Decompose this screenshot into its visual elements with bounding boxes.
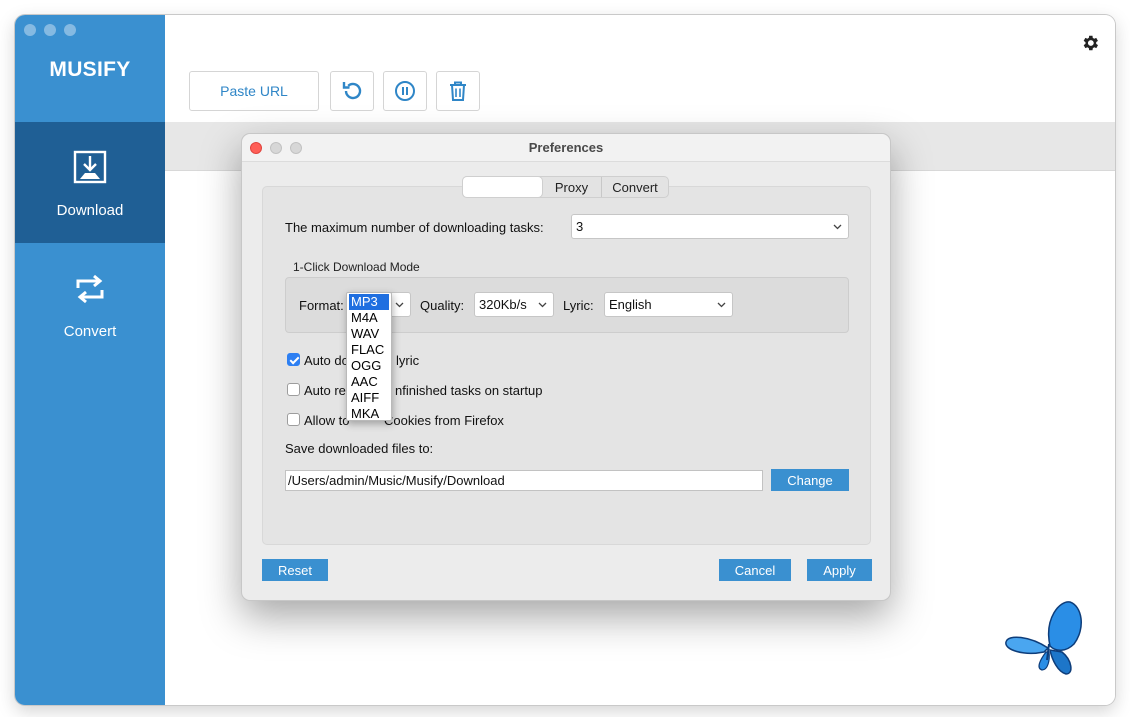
- preferences-tabs: Proxy Convert: [462, 176, 669, 198]
- dialog-titlebar: Preferences: [242, 134, 890, 162]
- format-option-ogg[interactable]: OGG: [347, 358, 391, 374]
- app-logo: MUSIFY: [49, 58, 131, 81]
- tab-general[interactable]: [463, 177, 542, 197]
- apply-button[interactable]: Apply: [807, 559, 872, 581]
- chevron-down-icon: [717, 302, 726, 308]
- format-option-aac[interactable]: AAC: [347, 374, 391, 390]
- reset-button[interactable]: Reset: [262, 559, 328, 581]
- quality-label: Quality:: [420, 298, 465, 313]
- format-option-flac[interactable]: FLAC: [347, 342, 391, 358]
- delete-button[interactable]: [436, 71, 480, 111]
- refresh-icon: [342, 82, 362, 100]
- format-option-mka[interactable]: MKA: [347, 406, 391, 422]
- dialog-title: Preferences: [528, 140, 604, 155]
- sidebar-item-label: Convert: [63, 323, 117, 340]
- cancel-button[interactable]: Cancel: [719, 559, 791, 581]
- max-tasks-label: The maximum number of downloading tasks:: [285, 220, 544, 235]
- tab-convert[interactable]: Convert: [602, 177, 668, 197]
- sidebar-item-convert[interactable]: Convert: [15, 243, 165, 364]
- lyric-value: English: [609, 297, 652, 312]
- chevron-down-icon: [538, 302, 547, 308]
- zoom-window-button[interactable]: [64, 24, 76, 36]
- lyric-select[interactable]: English: [604, 292, 733, 317]
- close-window-button[interactable]: [24, 24, 36, 36]
- format-label: Format:: [299, 298, 344, 313]
- sidebar-item-download[interactable]: Download: [15, 122, 165, 243]
- convert-icon: [76, 274, 104, 304]
- format-option-wav[interactable]: WAV: [347, 326, 391, 342]
- auto-download-lyric-label-end: lyric: [396, 353, 420, 368]
- firefox-cookies-label-end: Cookies from Firefox: [384, 413, 504, 428]
- format-dropdown-menu: MP3 M4A WAV FLAC OGG AAC AIFF MKA: [346, 292, 392, 421]
- preferences-dialog: Preferences Proxy Convert The maximum nu…: [241, 133, 891, 601]
- max-tasks-select[interactable]: 3: [571, 214, 849, 239]
- max-tasks-value: 3: [576, 219, 584, 234]
- lyric-label: Lyric:: [563, 298, 594, 313]
- save-path-label: Save downloaded files to:: [285, 441, 434, 456]
- download-icon: [73, 150, 107, 184]
- pause-icon: [395, 81, 415, 101]
- save-path-field[interactable]: /Users/admin/Music/Musify/Download: [285, 470, 763, 491]
- chevron-down-icon: [833, 224, 842, 230]
- change-button[interactable]: Change: [771, 469, 849, 491]
- format-option-m4a[interactable]: M4A: [347, 310, 391, 326]
- sidebar-item-label: Download: [56, 202, 124, 219]
- refresh-button[interactable]: [330, 71, 374, 111]
- auto-resume-label-start: Auto re: [304, 383, 346, 398]
- firefox-cookies-label-start: Allow to: [304, 413, 350, 428]
- minimize-window-button[interactable]: [44, 24, 56, 36]
- one-click-title: 1-Click Download Mode: [293, 260, 420, 274]
- pause-button[interactable]: [383, 71, 427, 111]
- format-option-aiff[interactable]: AIFF: [347, 390, 391, 406]
- auto-resume-label-end: nfinished tasks on startup: [395, 383, 543, 398]
- firefox-cookies-checkbox[interactable]: [287, 413, 300, 426]
- paste-url-button[interactable]: Paste URL: [189, 71, 319, 111]
- format-option-mp3[interactable]: MP3: [349, 294, 389, 310]
- gear-icon[interactable]: [1080, 33, 1100, 53]
- trash-icon: [450, 81, 466, 101]
- auto-resume-checkbox[interactable]: [287, 383, 300, 396]
- auto-download-lyric-label-start: Auto do: [304, 353, 349, 368]
- quality-select[interactable]: 320Kb/s: [474, 292, 554, 317]
- auto-download-lyric-checkbox[interactable]: [287, 353, 300, 366]
- butterfly-logo: [1005, 601, 1082, 675]
- tab-proxy[interactable]: Proxy: [542, 177, 602, 197]
- sidebar: MUSIFY Download Convert: [15, 15, 165, 705]
- chevron-down-icon: [395, 302, 404, 308]
- quality-value: 320Kb/s: [479, 297, 527, 312]
- window-controls: [24, 24, 76, 36]
